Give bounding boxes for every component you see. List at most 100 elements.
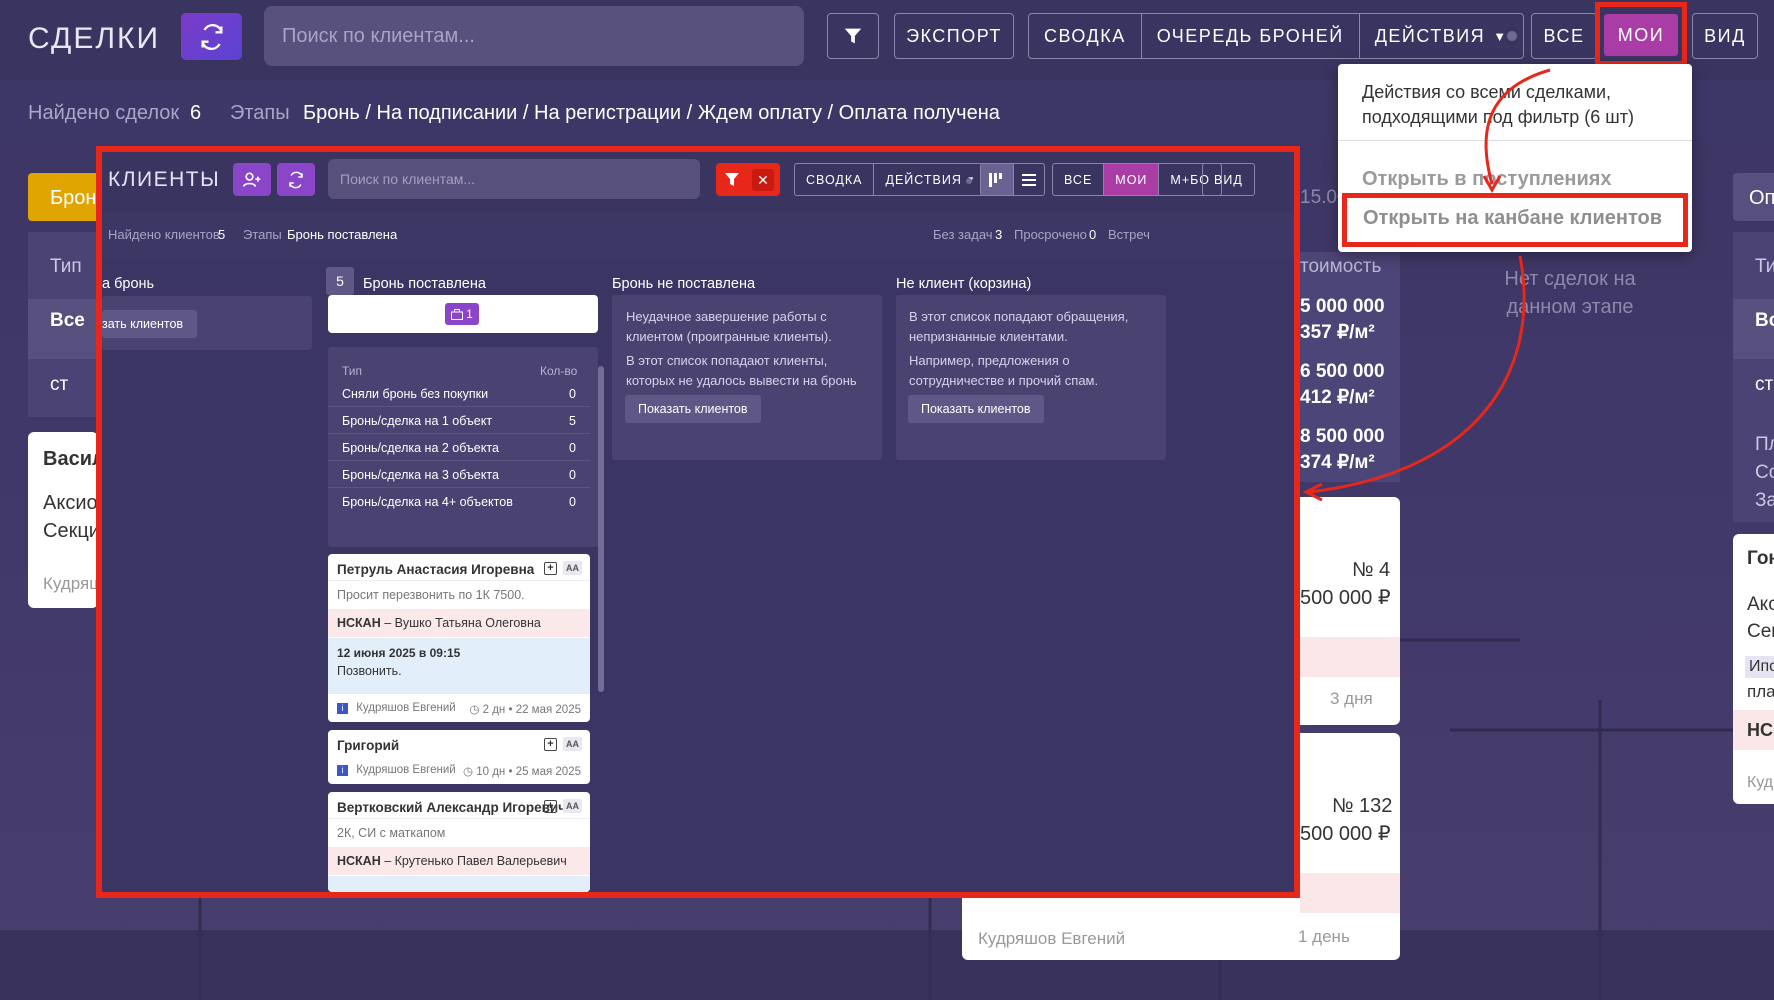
kanban-view-button[interactable]	[981, 164, 1014, 195]
briefcase-icon	[451, 308, 464, 320]
column-description: Например, предложения о сотрудничестве и…	[909, 353, 1099, 388]
menu-item-open-incoming[interactable]: Открыть в поступлениях	[1362, 168, 1612, 191]
agency-contact: – Вушко Татьяна Олеговна	[380, 616, 541, 630]
clear-filter-icon[interactable]: ✕	[752, 168, 774, 191]
show-clients-button[interactable]: зать клиентов	[102, 310, 198, 338]
clients-view-button[interactable]: ВИД	[1203, 164, 1254, 195]
deal-number: № 4	[1352, 559, 1391, 581]
separator-dot	[1507, 31, 1517, 41]
clients-filter-button[interactable]: ✕	[716, 163, 780, 196]
stage-tab-right[interactable]: Оп	[1733, 173, 1774, 221]
add-task-icon[interactable]: +	[544, 737, 557, 751]
table-cell-count: 5	[569, 414, 576, 428]
table-row[interactable]: Бронь/сделка на 1 объект 5	[328, 407, 590, 434]
add-task-icon[interactable]: +	[544, 561, 557, 575]
deal-card-agent: Кудр	[1747, 774, 1774, 791]
stages-label: Этапы	[230, 102, 290, 124]
clients-summary-button[interactable]: СВОДКА	[795, 164, 875, 195]
initials-badge: AA	[563, 799, 582, 813]
client-task: 12 июня 2025 в 09:15 Позвонить.	[328, 638, 590, 694]
task-text: Позвонить.	[337, 664, 402, 678]
stat-value: 6 500 000	[1300, 361, 1385, 382]
all-filter-button[interactable]: ВСЕ	[1531, 13, 1597, 59]
right-line: За	[1755, 490, 1774, 511]
show-clients-button[interactable]: Показать клиентов	[908, 395, 1044, 423]
view-button[interactable]: ВИД	[1692, 13, 1758, 59]
client-name: Вертковский Александр Игоревич	[337, 800, 567, 815]
menu-item-open-clients-kanban[interactable]: Открыть на канбане клиентов	[1363, 207, 1662, 230]
search-input[interactable]	[264, 6, 804, 66]
found-clients-label: Найдено клиентов	[108, 227, 220, 242]
client-card[interactable]: Петруль Анастасия Игоревна + AA Просит п…	[328, 554, 590, 722]
table-row[interactable]: Бронь/сделка на 3 объекта 0	[328, 461, 590, 488]
clients-sync-button[interactable]	[277, 163, 315, 196]
deal-card-name: Гон	[1747, 548, 1774, 569]
stage-tab-bron[interactable]: Брон	[28, 173, 98, 221]
deal-card-tag: Ипо	[1745, 656, 1774, 678]
filter-button[interactable]	[827, 13, 879, 59]
refresh-icon	[201, 23, 222, 50]
no-tasks-count: 3	[995, 227, 1003, 242]
deal-price: 500 000 ₽	[1300, 587, 1391, 609]
found-deals-label: Найдено сделок	[28, 102, 180, 124]
type-label: Тип	[50, 256, 82, 277]
booking-queue-button[interactable]: ОЧЕРЕДЬ БРОНЕЙ	[1142, 14, 1360, 58]
mine-filter-button[interactable]: МОИ	[1604, 14, 1678, 56]
clock-icon: ◷	[469, 704, 483, 716]
table-cell-type: Бронь/сделка на 3 объекта	[342, 468, 499, 482]
list-view-button[interactable]	[1014, 164, 1044, 195]
info-icon: i	[337, 703, 348, 714]
actions-dropdown-menu: Действия со всеми сделками, подходящими …	[1338, 64, 1692, 252]
export-button[interactable]: ЭКСПОРТ	[894, 13, 1014, 59]
client-card[interactable]: Григорий + AA i Кудряшов Евгений ◷ 10 дн…	[328, 730, 590, 784]
table-row[interactable]: Сняли бронь без покупки 0	[328, 380, 590, 407]
add-client-button[interactable]	[233, 163, 271, 196]
clients-stages-value: Бронь поставлена	[287, 227, 398, 242]
table-header-type: Тип	[342, 364, 363, 378]
column-title: Не клиент (корзина)	[896, 276, 1032, 292]
type-all[interactable]: Все	[50, 310, 85, 332]
filter-icon	[844, 28, 862, 44]
client-card[interactable]: Вертковский Александр Игоревич + AA 2К, …	[328, 792, 590, 892]
menu-item-all-deals-actions[interactable]: Действия со всеми сделками, подходящими …	[1362, 80, 1682, 130]
deal-card-line: Аксио	[43, 492, 98, 514]
table-row[interactable]: Бронь/сделка на 4+ объектов 0	[328, 488, 590, 515]
view-actions-group: СВОДКА ОЧЕРЕДЬ БРОНЕЙ ДЕЙСТВИЯ ▼	[1028, 13, 1524, 59]
client-meta-text: 2 дн • 22 мая 2025	[482, 704, 581, 716]
right-type-label: Ти	[1755, 256, 1774, 277]
client-task	[328, 876, 590, 892]
right-line: Со	[1755, 462, 1774, 483]
stages-value: Бронь / На подписании / На регистрации /…	[303, 102, 1000, 124]
empty-stage-message: Нет сделок на данном этапе	[1504, 268, 1636, 318]
client-agency: НСКАН – Крутенько Павел Валерьевич	[328, 847, 590, 875]
clients-all-button[interactable]: ВСЕ	[1053, 164, 1105, 195]
table-cell-type: Бронь/сделка на 1 объект	[342, 414, 493, 428]
column-scrollbar[interactable]	[598, 366, 604, 692]
agency-name: НСКАН	[337, 616, 381, 630]
table-row[interactable]: Бронь/сделка на 2 объекта 0	[328, 434, 590, 461]
add-task-icon[interactable]: +	[544, 799, 557, 813]
stage-summary-card[interactable]: 1	[328, 295, 598, 333]
scope-filter-group: ВСЕ МОИ М+БО	[1052, 163, 1222, 196]
summary-button[interactable]: СВОДКА	[1029, 14, 1142, 58]
deal-card-nsk: НСК	[1747, 720, 1774, 740]
deal-card-right[interactable]: Гон Акс Сек Ипо пла НСК Кудр	[1733, 534, 1774, 804]
caret-down-icon: ▼	[1493, 28, 1508, 44]
actions-dropdown-button[interactable]: ДЕЙСТВИЯ ▼	[1360, 14, 1523, 58]
clients-stages-label: Этапы	[243, 227, 282, 242]
clients-search-input[interactable]: Поиск по клиентам...	[328, 159, 700, 199]
type-st[interactable]: ст	[50, 374, 68, 396]
deal-card[interactable]: Васил Аксио Секци Кудряш	[28, 432, 98, 608]
show-clients-button[interactable]: Показать клиентов	[625, 395, 761, 423]
column-title: Бронь не поставлена	[612, 276, 756, 292]
table-cell-count: 0	[569, 441, 576, 455]
client-meta: ◷ 10 дн • 25 мая 2025	[463, 764, 581, 778]
task-date: 12 июня 2025 в 09:15	[337, 646, 461, 660]
initials-badge: AA	[563, 561, 582, 575]
clock-icon: ◷	[463, 766, 477, 778]
sync-button[interactable]	[181, 13, 242, 60]
clients-mine-button[interactable]: МОИ	[1104, 164, 1160, 195]
menu-divider	[1338, 140, 1692, 141]
client-name: Петруль Анастасия Игоревна	[337, 562, 535, 577]
overdue-label: Просрочено	[1014, 227, 1087, 242]
